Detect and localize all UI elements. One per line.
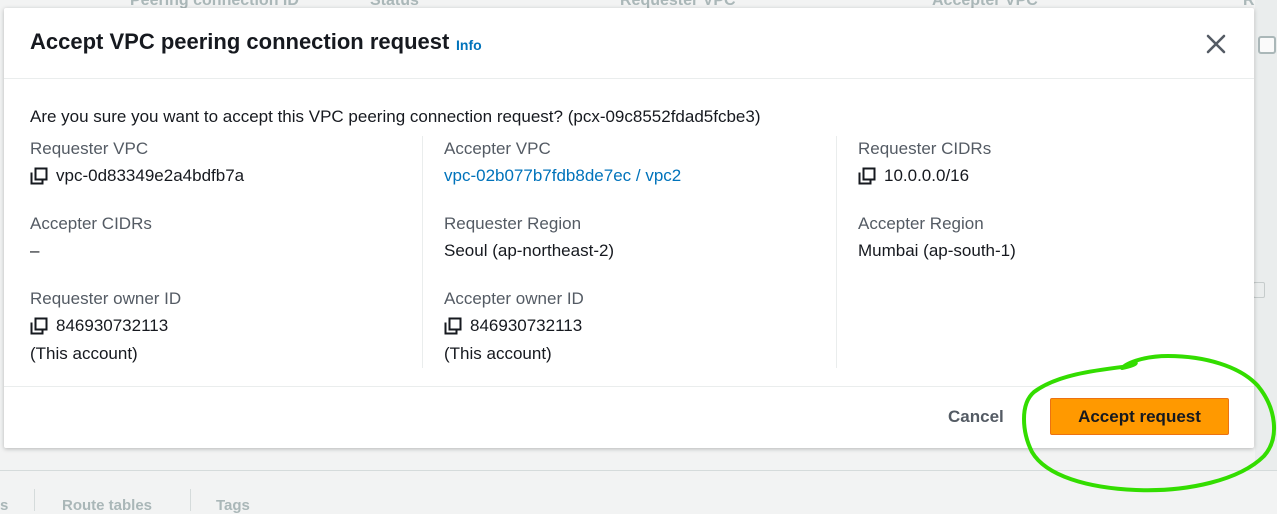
accepter-vpc-link[interactable]: vpc-02b077b7fdb8de7ec / vpc2: [444, 163, 681, 189]
bg-tab-separator: [34, 489, 35, 511]
copy-icon[interactable]: [858, 167, 876, 185]
accepter-region-field: Accepter Region Mumbai (ap-south-1): [858, 211, 1016, 264]
confirm-message: Are you sure you want to accept this VPC…: [30, 107, 761, 126]
details-column-2: Accepter VPC vpc-02b077b7fdb8de7ec / vpc…: [422, 136, 837, 368]
requester-owner-value: 846930732113: [56, 316, 169, 335]
accepter-cidrs-value: –: [30, 241, 40, 260]
background-tabs: s Route tables Tags: [0, 470, 1277, 514]
accepter-owner-field: Accepter owner ID 846930732113 (This acc…: [444, 286, 584, 367]
modal-footer: Cancel Accept request: [4, 386, 1254, 449]
accepter-region-label: Accepter Region: [858, 214, 984, 233]
close-icon: [1206, 34, 1226, 54]
close-button[interactable]: [1202, 30, 1230, 58]
requester-cidrs-value: 10.0.0.0/16: [884, 166, 970, 185]
requester-cidrs-field: Requester CIDRs 10.0.0.0/16: [858, 136, 991, 189]
requester-region-value: Seoul (ap-northeast-2): [444, 241, 615, 260]
accepter-owner-label: Accepter owner ID: [444, 289, 584, 308]
accepter-owner-value: 846930732113: [470, 316, 583, 335]
copy-icon[interactable]: [30, 317, 48, 335]
accepter-region-value: Mumbai (ap-south-1): [858, 241, 1016, 260]
copy-icon[interactable]: [444, 317, 462, 335]
requester-vpc-value-row: vpc-0d83349e2a4bdfb7a: [30, 163, 244, 189]
requester-region-label: Requester Region: [444, 214, 582, 233]
bg-tab-separator: [190, 489, 191, 511]
requester-vpc-field: Requester VPC vpc-0d83349e2a4bdfb7a: [30, 136, 244, 189]
details-column-1: Requester VPC vpc-0d83349e2a4bdfb7a Acce…: [30, 136, 420, 368]
accept-peering-modal: Accept VPC peering connection request In…: [4, 8, 1254, 448]
cancel-button[interactable]: Cancel: [948, 407, 1004, 427]
copy-icon[interactable]: [30, 167, 48, 185]
accepter-owner-value-row: 846930732113: [444, 313, 584, 339]
accepter-cidrs-label: Accepter CIDRs: [30, 214, 152, 233]
bg-tab-tags: Tags: [216, 497, 250, 514]
accept-request-button[interactable]: Accept request: [1050, 398, 1229, 435]
bg-tab-route-tables: Route tables: [62, 497, 153, 514]
accepter-owner-note: (This account): [444, 344, 552, 363]
accepter-cidrs-field: Accepter CIDRs –: [30, 211, 152, 264]
requester-vpc-label: Requester VPC: [30, 139, 149, 158]
accepter-vpc-value-row: vpc-02b077b7fdb8de7ec / vpc2: [444, 163, 681, 189]
requester-owner-field: Requester owner ID 846930732113 (This ac…: [30, 286, 181, 367]
requester-vpc-value: vpc-0d83349e2a4bdfb7a: [56, 166, 245, 185]
bg-tab-prev: s: [0, 497, 9, 514]
requester-region-field: Requester Region Seoul (ap-northeast-2): [444, 211, 614, 264]
modal-header: Accept VPC peering connection request In…: [4, 8, 1254, 79]
requester-owner-note: (This account): [30, 344, 138, 363]
background-checkbox: [1258, 36, 1276, 54]
background-right-strip: [1255, 0, 1277, 507]
requester-cidrs-label: Requester CIDRs: [858, 139, 992, 158]
requester-owner-label: Requester owner ID: [30, 289, 182, 308]
background-control: [1253, 282, 1265, 298]
requester-cidrs-value-row: 10.0.0.0/16: [858, 163, 991, 189]
info-link[interactable]: Info: [456, 37, 482, 53]
accepter-vpc-label: Accepter VPC: [444, 139, 551, 158]
accepter-vpc-field: Accepter VPC vpc-02b077b7fdb8de7ec / vpc…: [444, 136, 681, 189]
modal-title: Accept VPC peering connection request: [30, 29, 450, 54]
details-column-3: Requester CIDRs 10.0.0.0/16 Accepter Reg…: [836, 136, 1227, 368]
requester-owner-value-row: 846930732113: [30, 313, 181, 339]
